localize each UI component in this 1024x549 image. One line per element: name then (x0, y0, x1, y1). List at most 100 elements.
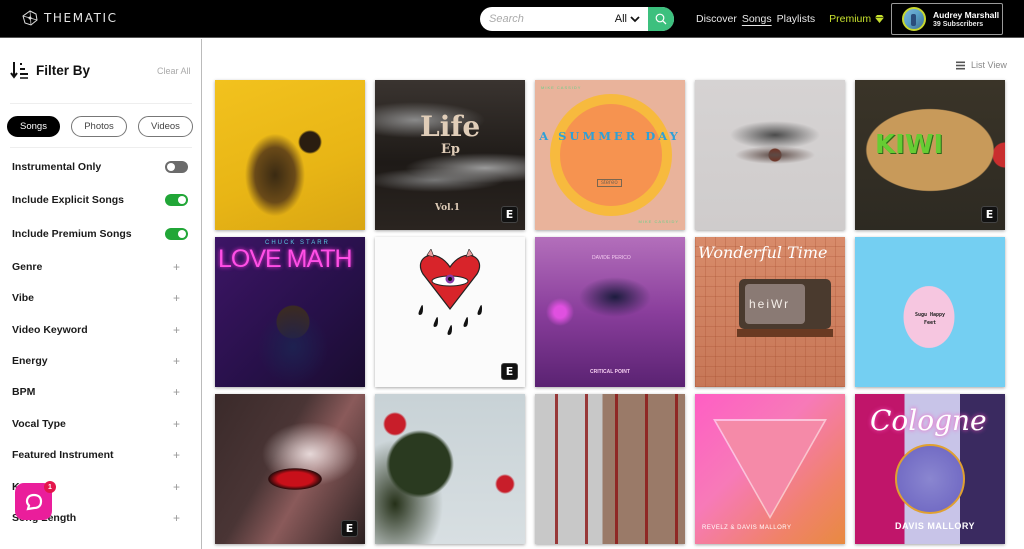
filter-label: Vibe (12, 292, 34, 304)
album-card[interactable]: Cologne DAVIS MALLORY (855, 394, 1005, 544)
expand-plus-icon[interactable]: + (173, 417, 180, 431)
cologne-bottle-art (895, 444, 965, 514)
nav-premium[interactable]: Premium (829, 13, 885, 25)
album-card[interactable]: MIKE CASSIDY A SUMMER DAY stereo MIKE CA… (535, 80, 685, 230)
list-view-toggle[interactable]: List View (956, 60, 1007, 70)
media-type-tabs: Songs Photos Videos (7, 116, 193, 137)
album-card[interactable] (215, 80, 365, 230)
album-grid: Life Ep Vol.1 E MIKE CASSIDY A SUMMER DA… (215, 80, 1005, 544)
filter-vibe[interactable]: Vibe + (12, 291, 190, 305)
explicit-badge: E (501, 363, 518, 380)
explicit-badge: E (501, 206, 518, 223)
sun-circle-art (550, 94, 672, 216)
user-name: Audrey Marshall (933, 9, 1000, 20)
divider (10, 103, 192, 104)
album-extra: Vol.1 (435, 203, 460, 213)
filter-label: Include Premium Songs (12, 228, 132, 240)
album-card[interactable]: E (215, 394, 365, 544)
filter-label: BPM (12, 386, 36, 398)
filter-include-premium: Include Premium Songs (12, 228, 190, 240)
filter-video-keyword[interactable]: Video Keyword + (12, 323, 190, 337)
expand-plus-icon[interactable]: + (173, 480, 180, 494)
album-title: Wonderful Time (698, 243, 828, 262)
filter-energy[interactable]: Energy + (12, 354, 190, 368)
top-nav-bar: THEMATIC All Discover Songs Playlists Pr… (0, 0, 1024, 38)
search-icon (655, 13, 667, 25)
search-bar: All (480, 7, 674, 31)
chevron-down-icon (630, 16, 640, 23)
filter-label: Include Explicit Songs (12, 194, 125, 206)
expand-plus-icon[interactable]: + (173, 291, 180, 305)
search-input[interactable] (480, 7, 615, 31)
album-card[interactable]: DAVIDE PERICO CRITICAL POINT (535, 237, 685, 387)
search-scope-dropdown[interactable]: All (615, 7, 648, 31)
expand-plus-icon[interactable]: + (173, 323, 180, 337)
album-title: Sugu Happy Feet (914, 312, 946, 326)
album-card[interactable]: E (375, 237, 525, 387)
album-title: Life (420, 110, 481, 143)
logo-text: THEMATIC (44, 11, 118, 25)
filter-label: Featured Instrument (12, 449, 114, 461)
album-artist: MIKE CASSIDY (541, 85, 582, 90)
user-profile-button[interactable]: Audrey Marshall 39 Subscribers (891, 3, 1003, 35)
list-view-label: List View (971, 60, 1007, 70)
nav-songs[interactable]: Songs (742, 13, 772, 25)
premium-label: Premium (829, 13, 872, 25)
filter-vocal-type[interactable]: Vocal Type + (12, 417, 190, 431)
filter-sidebar: Filter By Clear All Songs Photos Videos … (0, 39, 202, 549)
notification-badge: 1 (44, 481, 56, 493)
album-artist: DAVIDE PERICO (592, 255, 631, 261)
thematic-logo-icon (22, 10, 38, 26)
main-nav: Discover Songs Playlists Premium (696, 13, 885, 25)
album-card[interactable]: REVELZ & DAVIS MALLORY (695, 394, 845, 544)
album-artist: heiWr (749, 297, 791, 311)
expand-plus-icon[interactable]: + (173, 354, 180, 368)
album-card[interactable]: Wonderful Time heiWr (695, 237, 845, 387)
avatar (902, 7, 926, 31)
filter-title: Filter By (36, 62, 91, 78)
tab-songs[interactable]: Songs (7, 116, 60, 137)
chat-bubble-icon (25, 493, 42, 510)
expand-plus-icon[interactable]: + (173, 260, 180, 274)
album-artist: DAVIS MALLORY (895, 521, 975, 531)
heart-eye-art (418, 249, 482, 335)
album-subtitle: Ep (441, 142, 460, 157)
album-card[interactable] (695, 80, 845, 230)
filter-include-explicit: Include Explicit Songs (12, 194, 190, 206)
include-premium-toggle[interactable] (165, 228, 188, 240)
search-button[interactable] (648, 7, 674, 31)
filter-genre[interactable]: Genre + (12, 260, 190, 274)
tab-videos[interactable]: Videos (138, 116, 193, 137)
divider (10, 147, 192, 148)
filter-label: Genre (12, 261, 43, 273)
include-explicit-toggle[interactable] (165, 194, 188, 206)
explicit-badge: E (341, 520, 358, 537)
album-card[interactable]: CHUCK STARR LOVE MATH (215, 237, 365, 387)
album-card[interactable]: Life Ep Vol.1 E (375, 80, 525, 230)
clear-all-button[interactable]: Clear All (157, 66, 191, 76)
filter-featured-instrument[interactable]: Featured Instrument + (12, 448, 190, 462)
album-title: KIWI (875, 130, 944, 160)
album-artist: REVELZ & DAVIS MALLORY (702, 525, 792, 531)
album-card[interactable] (375, 394, 525, 544)
album-title: Cologne (870, 404, 987, 437)
filter-bpm[interactable]: BPM + (12, 385, 190, 399)
explicit-badge: E (981, 206, 998, 223)
instrumental-only-toggle[interactable] (165, 161, 188, 173)
diamond-icon (875, 15, 885, 23)
album-title: A SUMMER DAY (539, 129, 681, 143)
tv-stand-art (737, 329, 833, 337)
expand-plus-icon[interactable]: + (173, 385, 180, 399)
nav-discover[interactable]: Discover (696, 13, 737, 25)
expand-plus-icon[interactable]: + (173, 448, 180, 462)
logo[interactable]: THEMATIC (22, 10, 118, 26)
expand-plus-icon[interactable]: + (173, 511, 180, 525)
album-title: LOVE MATH (218, 245, 353, 273)
tab-photos[interactable]: Photos (71, 116, 127, 137)
album-card[interactable]: Sugu Happy Feet (855, 237, 1005, 387)
filter-instrumental-only: Instrumental Only (12, 161, 190, 173)
album-title: CRITICAL POINT (590, 369, 630, 375)
nav-playlists[interactable]: Playlists (777, 13, 816, 25)
album-card[interactable] (535, 394, 685, 544)
album-card[interactable]: KIWI E (855, 80, 1005, 230)
